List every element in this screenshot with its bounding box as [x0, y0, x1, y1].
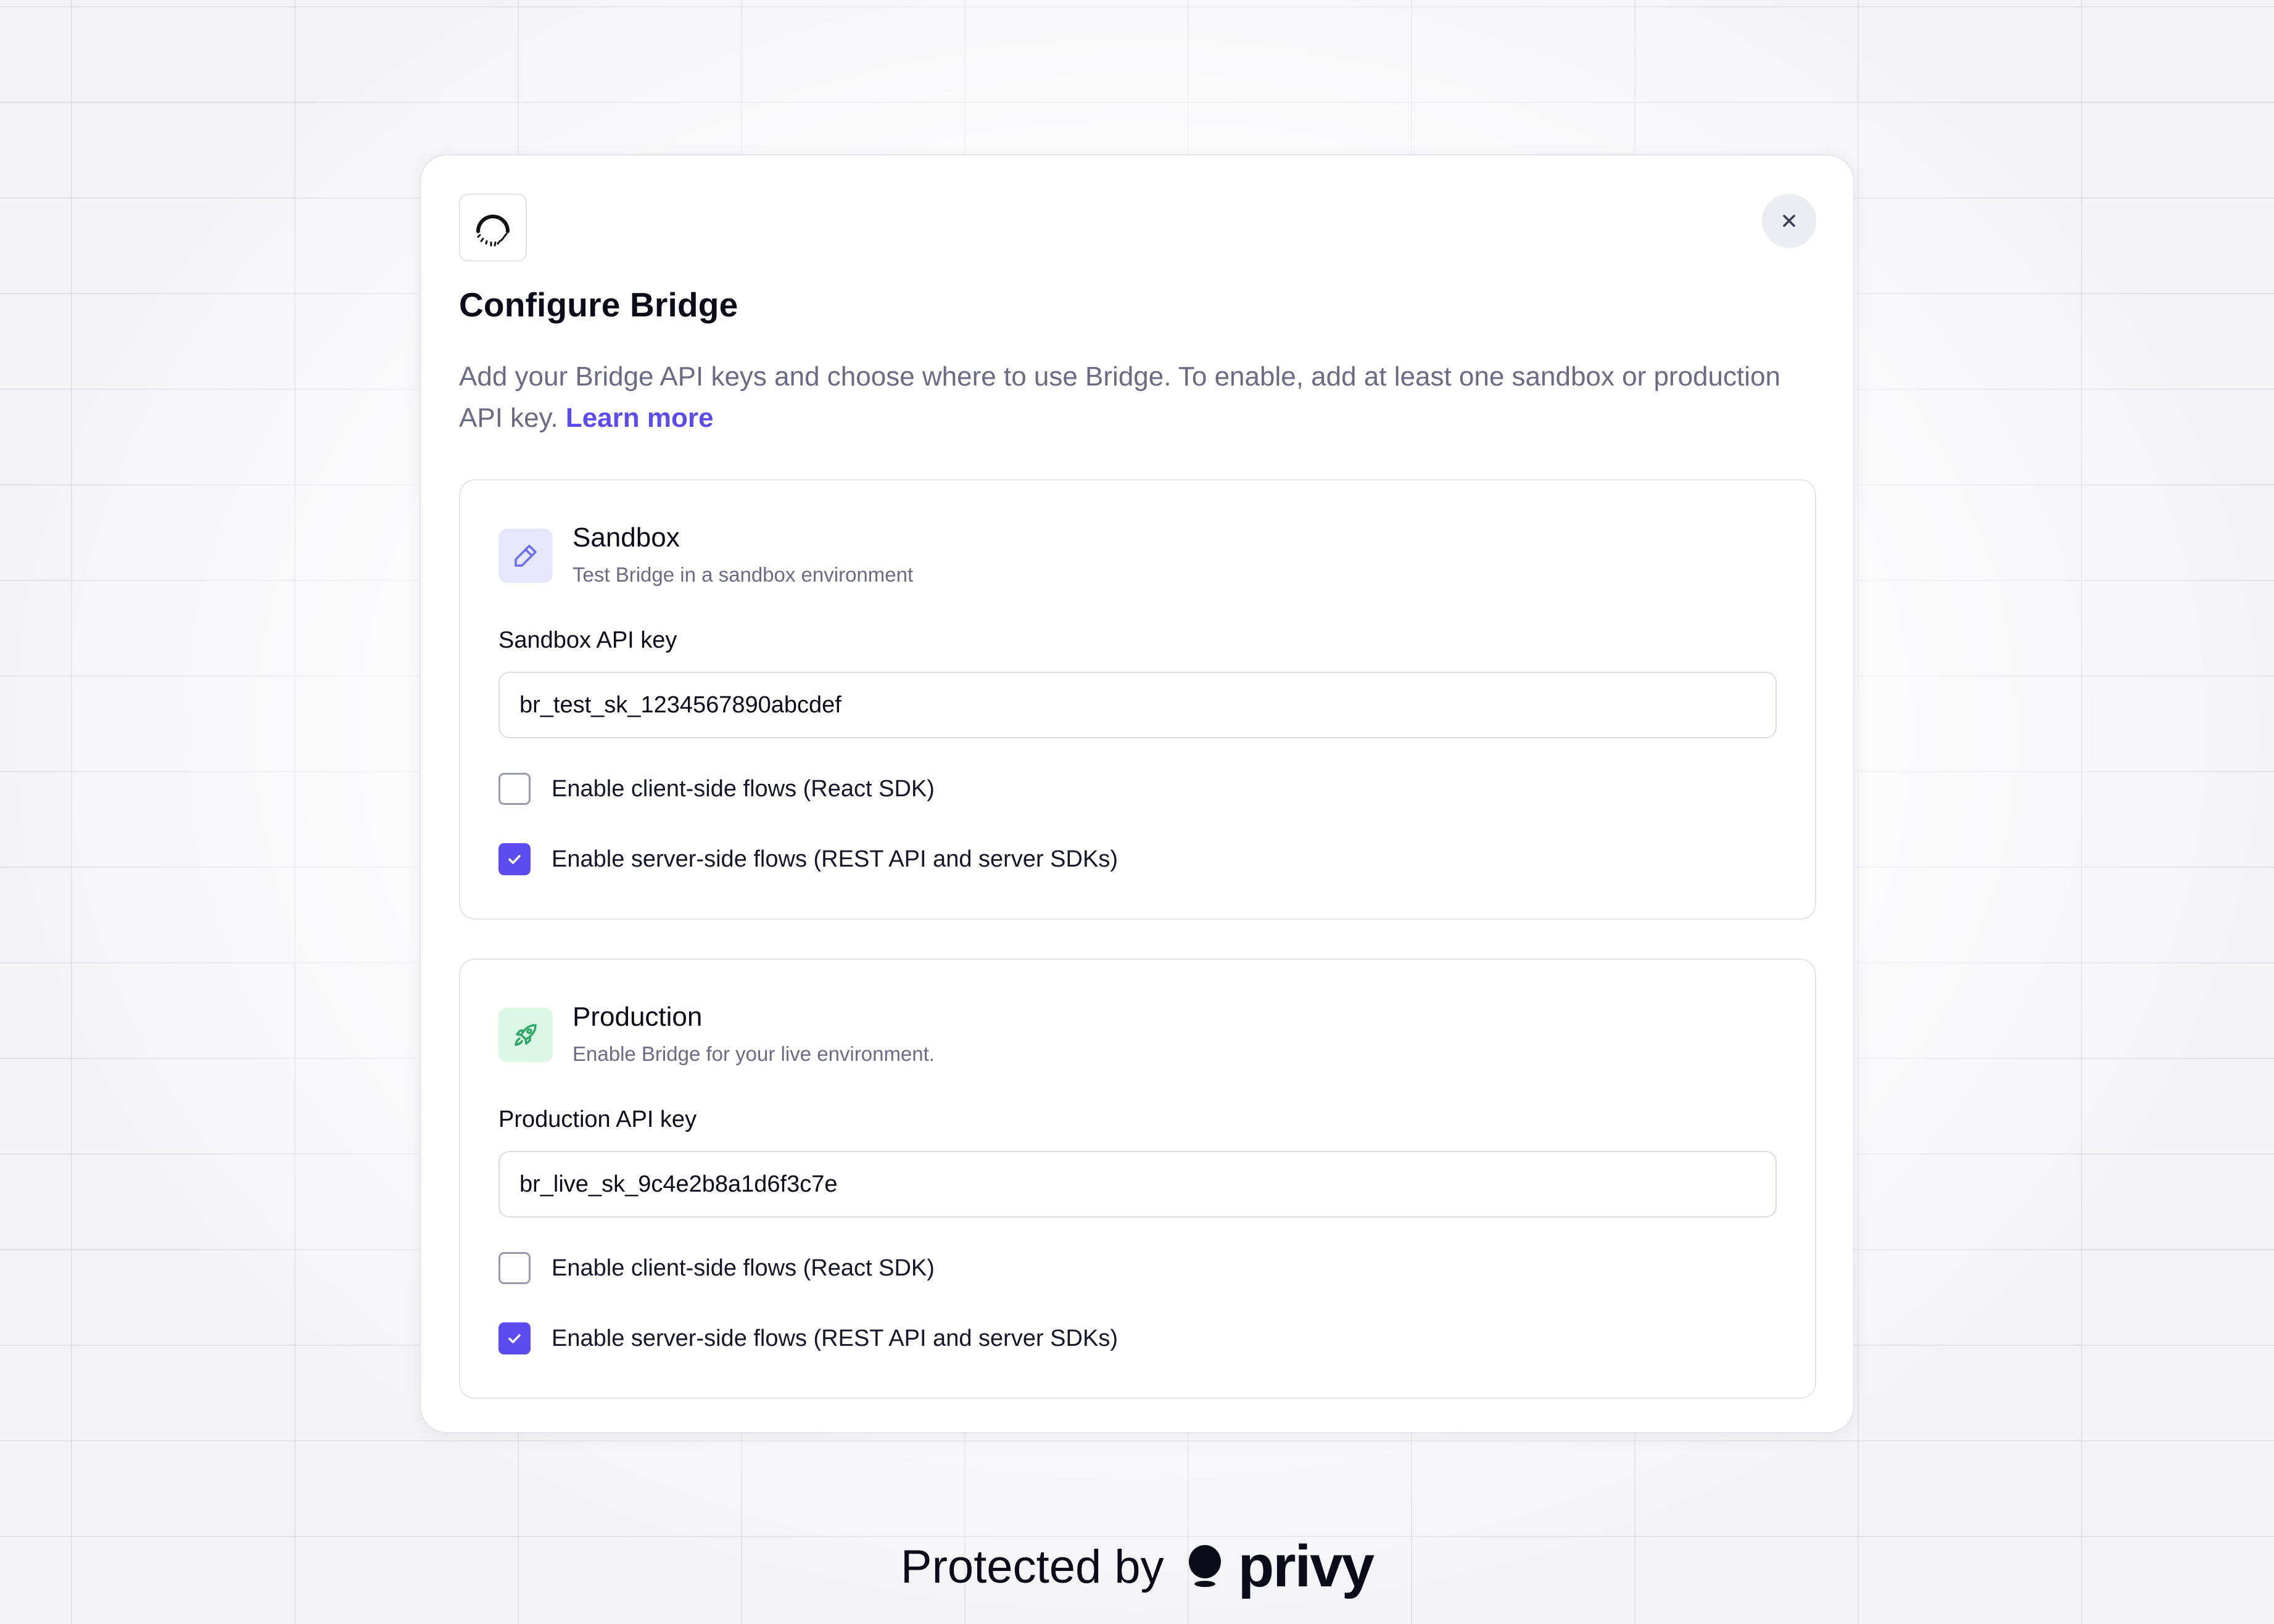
configure-bridge-modal: Configure Bridge Add your Bridge API key…: [420, 154, 1854, 1433]
production-client-side-option[interactable]: Enable client-side flows (React SDK): [498, 1252, 935, 1284]
sandbox-client-side-label: Enable client-side flows (React SDK): [552, 775, 935, 802]
privy-wordmark: privy: [1238, 1533, 1375, 1599]
bridge-logo: [459, 194, 527, 262]
sandbox-title: Sandbox: [573, 522, 680, 553]
production-client-side-checkbox[interactable]: [498, 1252, 531, 1284]
sandbox-section: Sandbox Test Bridge in a sandbox environ…: [459, 479, 1816, 920]
sandbox-client-side-option[interactable]: Enable client-side flows (React SDK): [498, 773, 935, 805]
production-section: Production Enable Bridge for your live e…: [459, 958, 1816, 1399]
privy-logo: [1188, 1544, 1222, 1589]
modal-title: Configure Bridge: [459, 286, 738, 324]
production-server-side-option[interactable]: Enable server-side flows (REST API and s…: [498, 1322, 1118, 1354]
production-icon-tile: [498, 1008, 553, 1062]
sandbox-api-key-label: Sandbox API key: [498, 627, 677, 653]
sandbox-server-side-option[interactable]: Enable server-side flows (REST API and s…: [498, 843, 1118, 875]
production-server-side-checkbox[interactable]: [498, 1322, 531, 1354]
bridge-spinner-logo-icon: [476, 215, 510, 247]
close-x-icon: [1783, 215, 1795, 227]
pencil-icon: [515, 545, 537, 567]
production-title: Production: [573, 1002, 703, 1032]
checkmark-icon: [508, 1334, 521, 1343]
protected-by-text: Protected by: [900, 1540, 1164, 1593]
rocket-icon: [515, 1024, 537, 1046]
modal-description: Add your Bridge API keys and choose wher…: [459, 356, 1785, 439]
checkmark-icon: [508, 855, 521, 864]
sandbox-subtitle: Test Bridge in a sandbox environment: [573, 563, 914, 586]
privy-logo-icon: [1188, 1545, 1221, 1587]
protected-by-footer: Protected by privy: [0, 1533, 2274, 1601]
production-client-side-label: Enable client-side flows (React SDK): [552, 1255, 935, 1281]
sandbox-api-key-input[interactable]: [498, 672, 1777, 738]
learn-more-link[interactable]: Learn more: [566, 403, 714, 433]
production-api-key-input[interactable]: [498, 1151, 1777, 1218]
close-button[interactable]: [1762, 194, 1816, 248]
production-subtitle: Enable Bridge for your live environment.: [573, 1042, 935, 1065]
sandbox-server-side-checkbox[interactable]: [498, 843, 531, 875]
production-server-side-label: Enable server-side flows (REST API and s…: [552, 1325, 1118, 1351]
sandbox-client-side-checkbox[interactable]: [498, 773, 531, 805]
production-api-key-label: Production API key: [498, 1107, 697, 1132]
sandbox-server-side-label: Enable server-side flows (REST API and s…: [552, 846, 1118, 872]
sandbox-icon-tile: [498, 529, 553, 583]
